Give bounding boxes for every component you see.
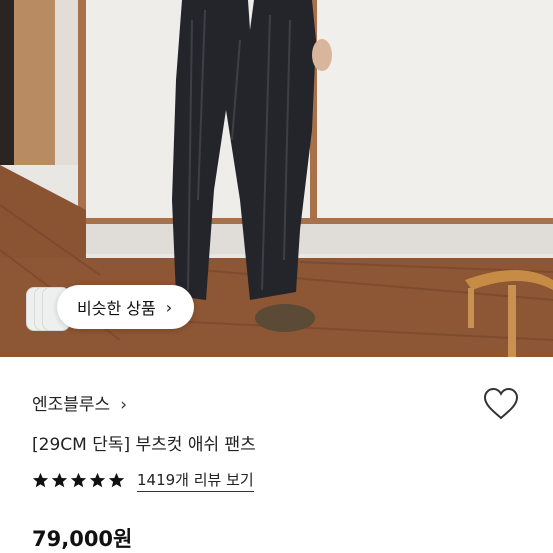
star-icon: [108, 472, 125, 488]
similar-products-label: 비슷한 상품: [77, 299, 156, 318]
rating-row: 1419개 리뷰 보기: [32, 469, 254, 492]
chevron-right-icon: ›: [120, 395, 128, 415]
similar-products-chip[interactable]: 비슷한 상품 ›: [57, 285, 195, 329]
reviews-link[interactable]: 1419개 리뷰 보기: [137, 469, 254, 492]
product-title: [29CM 단독] 부츠컷 애쉬 팬츠: [32, 435, 256, 455]
star-icon: [89, 472, 106, 488]
star-icon: [70, 472, 87, 488]
heart-icon[interactable]: [483, 387, 519, 421]
brand-name: 엔조블루스: [32, 395, 111, 415]
star-icon: [32, 472, 49, 488]
chevron-right-icon: ›: [165, 297, 173, 317]
star-rating: [32, 472, 125, 489]
price: 79,000원: [32, 527, 133, 551]
brand-link[interactable]: 엔조블루스 ›: [32, 390, 127, 415]
star-icon: [51, 472, 68, 488]
